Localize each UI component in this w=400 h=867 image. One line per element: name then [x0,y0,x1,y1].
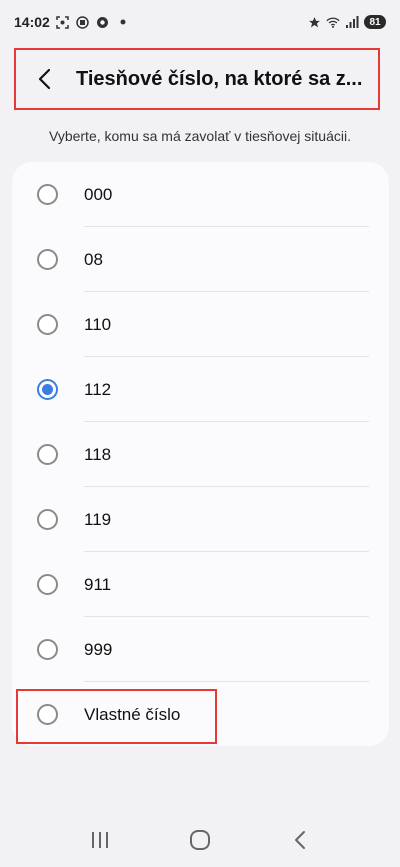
option-000[interactable]: 000 [12,162,389,227]
status-bar-left: 14:02 [14,14,130,30]
option-08[interactable]: 08 [12,227,389,292]
option-999[interactable]: 999 [12,617,389,682]
option-label: 08 [84,249,103,269]
chrome-icon [96,15,110,29]
radio-button-selected[interactable] [37,379,58,400]
option-label: 999 [84,639,113,659]
option-label: 110 [84,314,112,334]
screenshot-icon [56,15,70,29]
navigation-bar [0,812,400,867]
dot-icon [116,15,130,29]
radio-button[interactable] [37,509,58,530]
option-label: 112 [84,379,112,399]
option-label: 911 [84,574,112,594]
option-118[interactable]: 118 [12,422,389,487]
radio-button[interactable] [37,249,58,270]
option-custom-number[interactable]: Vlastné číslo [12,682,389,747]
status-time: 14:02 [14,14,50,30]
radio-button[interactable] [37,314,58,335]
radio-button[interactable] [37,574,58,595]
option-112[interactable]: 112 [12,357,389,422]
radio-button[interactable] [37,444,58,465]
recents-icon[interactable] [80,820,120,860]
radio-button[interactable] [37,639,58,660]
wifi-icon [326,15,340,29]
option-label: 119 [84,509,112,529]
radio-button[interactable] [37,704,58,725]
option-911[interactable]: 911 [12,552,389,617]
home-icon[interactable] [180,820,220,860]
option-label: 118 [84,444,112,464]
page-header: Tiesňové číslo, na ktoré sa z... [14,48,380,110]
option-label: 000 [84,184,113,204]
battery-icon: 81 [364,15,386,29]
option-119[interactable]: 119 [12,487,389,552]
back-arrow-icon[interactable] [30,65,58,93]
signal-icon [345,15,359,29]
options-list: 000 08 110 112 118 119 911 999 Vlastné č… [12,162,389,746]
page-title: Tiesňové číslo, na ktoré sa z... [76,67,363,90]
page-subtitle: Vyberte, komu sa má zavolať v tiesňovej … [49,128,351,144]
status-bar: 14:02 81 [0,0,400,44]
option-110[interactable]: 110 [12,292,389,357]
star-icon [307,15,321,29]
radio-button[interactable] [37,184,58,205]
recorder-icon [76,15,90,29]
back-icon[interactable] [280,820,320,860]
status-bar-right: 81 [307,15,386,29]
option-label: Vlastné číslo [84,704,181,724]
